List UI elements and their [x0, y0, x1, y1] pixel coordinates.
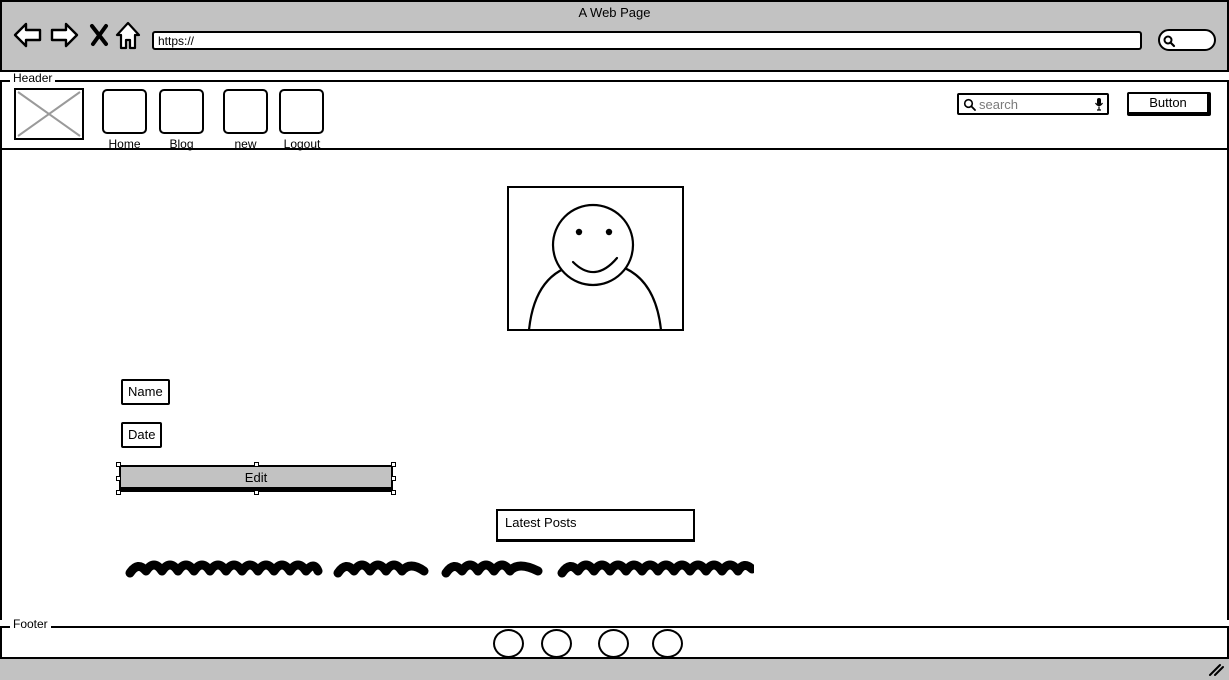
close-icon[interactable] — [86, 20, 116, 50]
browser-search-button[interactable] — [1158, 29, 1216, 51]
back-icon[interactable] — [12, 20, 42, 50]
microphone-icon[interactable] — [1094, 97, 1104, 111]
nav-link-blog[interactable]: Blog — [159, 137, 204, 151]
forward-icon[interactable] — [50, 20, 80, 50]
nav-icon-home[interactable] — [102, 89, 147, 134]
footer-group-label: Footer — [10, 618, 51, 630]
url-bar[interactable]: https:// — [152, 31, 1142, 50]
selection-handle[interactable] — [391, 462, 396, 467]
footer-circle-button[interactable] — [652, 629, 683, 658]
nav-link-home[interactable]: Home — [102, 137, 147, 151]
header-group-label: Header — [10, 72, 56, 84]
selection-handle[interactable] — [391, 476, 396, 481]
resize-grip-icon[interactable] — [1208, 663, 1224, 677]
status-bar — [0, 659, 1229, 680]
selection-handle[interactable] — [254, 490, 259, 495]
selection-handle[interactable] — [254, 462, 259, 467]
home-icon[interactable] — [114, 20, 144, 50]
name-label: Name — [121, 379, 170, 405]
nav-icon-new[interactable] — [223, 89, 268, 134]
nav-link-new[interactable]: new — [223, 137, 268, 151]
logo-image-placeholder — [14, 88, 84, 140]
scribble-text-placeholder — [125, 560, 754, 578]
date-label: Date — [121, 422, 163, 448]
avatar — [507, 186, 684, 331]
selection-handle[interactable] — [116, 490, 121, 495]
footer-circle-button[interactable] — [493, 629, 524, 658]
nav-icon-blog[interactable] — [159, 89, 204, 134]
selection-handle[interactable] — [116, 462, 121, 467]
footer-circle-button[interactable] — [598, 629, 629, 658]
search-icon — [1163, 35, 1176, 48]
window-title: A Web Page — [578, 5, 651, 20]
selection-handle[interactable] — [116, 476, 121, 481]
header-button[interactable]: Button — [1127, 92, 1211, 116]
nav-icon-logout[interactable] — [279, 89, 324, 134]
search-icon — [963, 98, 976, 111]
nav-link-logout[interactable]: Logout — [274, 137, 330, 151]
search-input[interactable]: search — [957, 93, 1109, 115]
search-placeholder: search — [979, 97, 1019, 112]
edit-button[interactable]: Edit — [119, 465, 393, 492]
user-avatar-icon — [528, 203, 662, 329]
footer-circle-button[interactable] — [541, 629, 572, 658]
selection-handle[interactable] — [391, 490, 396, 495]
latest-posts-heading: Latest Posts — [496, 509, 695, 542]
